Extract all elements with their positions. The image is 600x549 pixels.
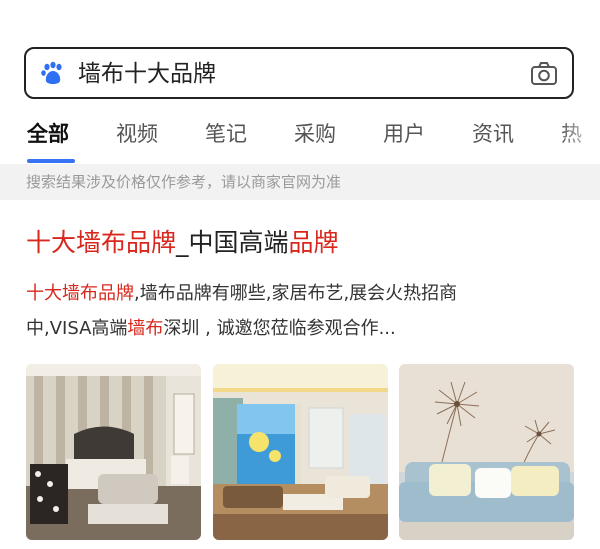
tab-overflow-fade [560, 114, 600, 164]
result-snippet-line-1: 十大墙布品牌,墙布品牌有哪些,家居布艺,展会火热招商 [26, 281, 457, 307]
baidu-paw-icon[interactable] [40, 60, 66, 86]
search-query[interactable]: 墙布十大品牌 [78, 59, 216, 89]
snippet-text-2a: 中,VISA高端 [26, 318, 128, 339]
result-image-bedroom[interactable] [26, 364, 201, 540]
result-image-dandelion-sofa[interactable] [399, 364, 574, 540]
result-image-living-room[interactable] [213, 364, 388, 540]
tab-video[interactable]: 视频 [116, 120, 158, 148]
price-disclaimer: 搜索结果涉及价格仅作参考，请以商家官网为准 [26, 173, 342, 191]
active-tab-indicator [27, 159, 75, 163]
disclaimer-bar: 搜索结果涉及价格仅作参考，请以商家官网为准 [0, 164, 600, 200]
tab-users[interactable]: 用户 [383, 120, 425, 148]
snippet-text: ,墙布品牌有哪些,家居布艺,展会火热招商 [134, 283, 458, 304]
snippet-text-2b: 深圳 , 诚邀您莅临参观合作... [163, 318, 396, 339]
camera-icon[interactable] [530, 61, 558, 87]
search-box[interactable]: 墙布十大品牌 [24, 47, 574, 99]
title-text: _中国高端 [176, 228, 289, 257]
tab-all[interactable]: 全部 [27, 120, 69, 148]
tab-notes[interactable]: 笔记 [205, 120, 247, 148]
search-tabs: 全部 视频 笔记 采购 用户 资讯 热 [0, 114, 600, 164]
snippet-highlight: 十大墙布品牌 [26, 283, 134, 304]
result-snippet-line-2: 中,VISA高端墙布深圳 , 诚邀您莅临参观合作... [26, 316, 396, 342]
tab-news[interactable]: 资讯 [472, 120, 514, 148]
result-title-link[interactable]: 十大墙布品牌_中国高端品牌 [26, 226, 339, 260]
snippet-highlight-2: 墙布 [127, 318, 164, 339]
title-highlight: 十大墙布品牌 [26, 228, 177, 257]
title-highlight-2: 品牌 [288, 228, 339, 257]
tab-purchase[interactable]: 采购 [294, 120, 336, 148]
